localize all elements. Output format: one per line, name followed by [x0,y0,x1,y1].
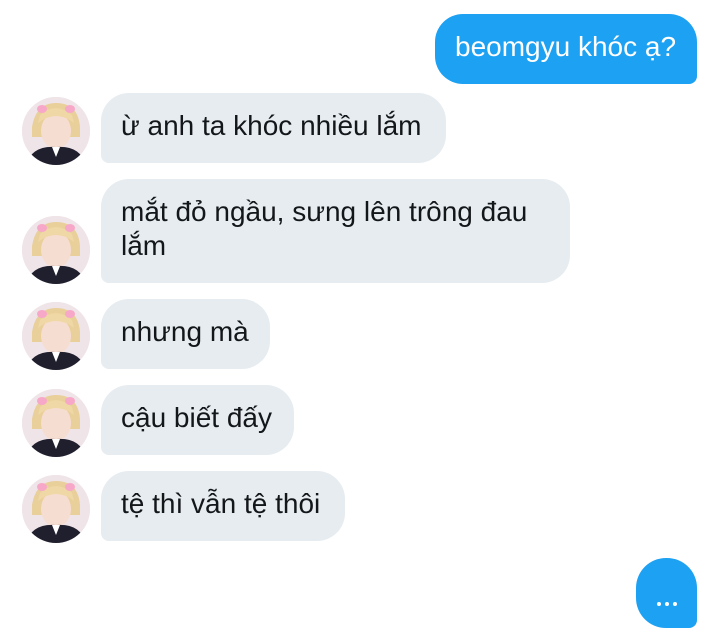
received-message-bubble[interactable]: tệ thì vẫn tệ thôi [101,471,345,541]
received-message-bubble[interactable]: ừ anh ta khóc nhiều lắm [101,93,446,163]
typing-dot [672,602,677,606]
typing-indicator-icon [636,558,697,628]
contact-avatar[interactable] [22,389,90,457]
received-message-text: cậu biết đấy [121,402,272,433]
chat-thread: beomgyu khóc ạ? ừ anh ta khóc nhiều lắm [0,0,720,633]
received-message-text: tệ thì vẫn tệ thôi [121,488,321,519]
received-message-text: mắt đỏ ngầu, sưng lên trông đau lắm [121,196,528,261]
contact-avatar[interactable] [22,475,90,543]
received-message-bubble[interactable]: nhưng mà [101,299,270,369]
avatar-icon [22,97,90,165]
typing-dot [664,602,669,606]
sent-message-text: beomgyu khóc ạ? [455,31,677,62]
contact-avatar[interactable] [22,302,90,370]
received-message-bubble[interactable]: mắt đỏ ngầu, sưng lên trông đau lắm [101,179,570,283]
avatar-icon [22,475,90,543]
sent-message-bubble[interactable]: beomgyu khóc ạ? [435,14,697,84]
contact-avatar[interactable] [22,97,90,165]
received-message-bubble[interactable]: cậu biết đấy [101,385,294,455]
received-message-text: nhưng mà [121,316,249,347]
typing-dot [656,602,661,606]
avatar-icon [22,216,90,284]
contact-avatar[interactable] [22,216,90,284]
avatar-icon [22,302,90,370]
avatar-icon [22,389,90,457]
received-message-text: ừ anh ta khóc nhiều lắm [121,110,422,141]
